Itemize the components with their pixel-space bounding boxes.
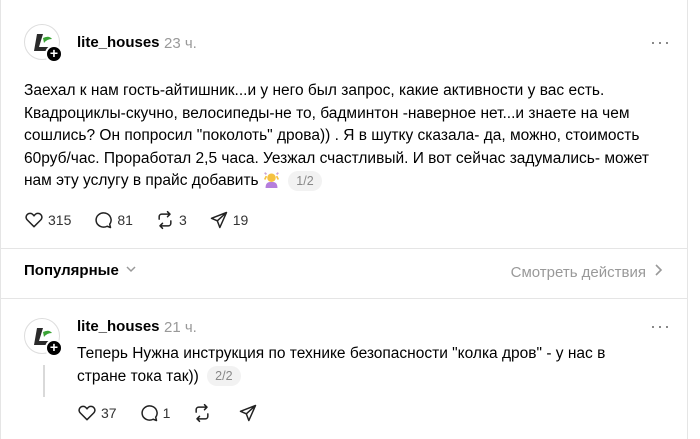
username[interactable]: lite_houses: [77, 318, 160, 335]
person-shrugging-emoji-icon: [263, 172, 280, 188]
post-actions: 37 1: [77, 403, 284, 423]
post-actions: 315 81 3 19: [24, 210, 270, 230]
sort-dropdown[interactable]: Популярные: [24, 262, 137, 279]
like-count: 315: [48, 212, 72, 228]
comment-count: 81: [117, 212, 133, 228]
repost-button[interactable]: [192, 403, 216, 423]
like-count: 37: [101, 405, 117, 421]
share-button[interactable]: 19: [209, 210, 249, 230]
heart-icon: [25, 212, 43, 228]
post-time[interactable]: 21 ч.: [164, 319, 197, 336]
view-activity-link[interactable]: Смотреть действия: [511, 263, 664, 281]
avatar[interactable]: +: [24, 24, 63, 63]
post-text: Заехал к нам гость-айтишник...и у него б…: [24, 80, 664, 193]
comment-button[interactable]: 81: [93, 210, 133, 230]
share-count: 19: [232, 212, 249, 228]
comment-icon: [95, 212, 113, 229]
divider: [0, 298, 688, 299]
thread-line: [43, 365, 45, 397]
avatar[interactable]: +: [24, 318, 63, 357]
heart-icon: [78, 405, 96, 421]
comment-icon: [140, 405, 158, 422]
like-button[interactable]: 37: [77, 403, 117, 423]
chevron-right-icon: [654, 263, 664, 281]
post-text: Теперь Нужна инструкция по технике безоп…: [77, 343, 657, 388]
more-icon[interactable]: ···: [650, 32, 671, 53]
divider: [0, 248, 688, 249]
post-body: Заехал к нам гость-айтишник...и у него б…: [24, 82, 649, 189]
repost-icon: [158, 210, 172, 230]
follow-plus-icon[interactable]: +: [45, 45, 63, 63]
like-button[interactable]: 315: [24, 210, 71, 230]
comment-button[interactable]: 1: [139, 403, 171, 423]
more-icon[interactable]: ···: [650, 316, 671, 337]
share-icon: [210, 211, 227, 229]
activity-label: Смотреть действия: [510, 263, 646, 281]
post-body: Теперь Нужна инструкция по технике безоп…: [77, 345, 606, 385]
post-time[interactable]: 23 ч.: [164, 35, 197, 52]
share-icon: [240, 404, 257, 422]
thread-pager[interactable]: 1/2: [288, 170, 322, 191]
comment-count: 1: [162, 405, 171, 421]
sort-label: Популярные: [24, 262, 119, 279]
share-button[interactable]: [238, 403, 262, 423]
thread-pager[interactable]: 2/2: [207, 366, 241, 387]
follow-plus-icon[interactable]: +: [45, 339, 63, 357]
repost-button[interactable]: 3: [155, 210, 187, 230]
username[interactable]: lite_houses: [77, 34, 160, 51]
repost-count: 3: [178, 212, 187, 228]
chevron-down-icon: [125, 263, 137, 278]
repost-icon: [195, 403, 209, 423]
